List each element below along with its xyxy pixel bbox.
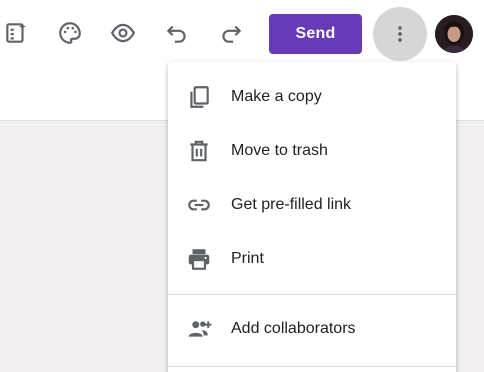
menu-item-label: Move to trash	[231, 142, 328, 159]
menu-divider	[168, 366, 456, 367]
link-icon	[186, 192, 212, 218]
avatar-image	[435, 15, 473, 53]
copy-icon	[186, 84, 212, 110]
preview-eye-icon[interactable]	[109, 19, 137, 47]
user-avatar[interactable]	[435, 15, 473, 53]
undo-icon[interactable]	[163, 19, 191, 47]
trash-icon	[186, 138, 212, 164]
menu-item-print[interactable]: Print	[168, 232, 456, 286]
menu-item-label: Get pre-filled link	[231, 196, 352, 213]
menu-item-add-collaborators[interactable]: Add collaborators	[168, 302, 456, 356]
menu-item-label: Print	[231, 250, 264, 267]
printer-icon	[186, 246, 212, 272]
menu-item-make-copy[interactable]: Make a copy	[168, 70, 456, 124]
menu-item-label: Make a copy	[231, 88, 322, 105]
menu-divider	[168, 294, 456, 295]
send-button[interactable]: Send	[269, 14, 362, 54]
more-options-menu: Make a copy Move to trash Get pre-filled…	[168, 62, 456, 372]
redo-icon[interactable]	[217, 19, 245, 47]
more-options-button[interactable]	[373, 7, 427, 61]
palette-icon[interactable]	[56, 19, 84, 47]
add-people-icon	[186, 316, 212, 342]
customize-form-icon[interactable]	[2, 19, 30, 47]
menu-item-label: Add collaborators	[231, 320, 356, 337]
menu-item-move-to-trash[interactable]: Move to trash	[168, 124, 456, 178]
menu-item-get-prefilled-link[interactable]: Get pre-filled link	[168, 178, 456, 232]
more-vert-icon	[398, 26, 402, 42]
